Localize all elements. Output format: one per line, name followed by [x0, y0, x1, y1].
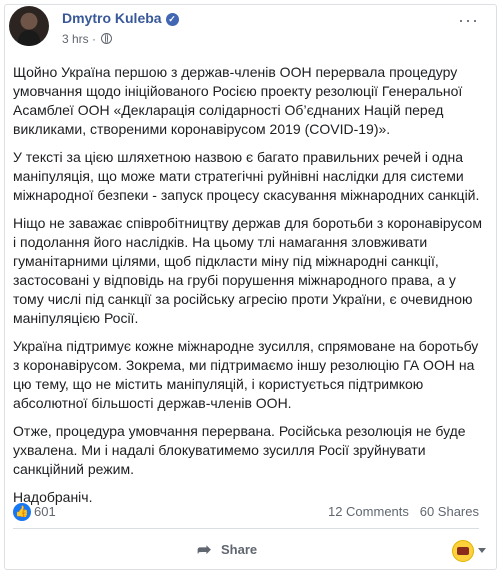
- post-paragraph: Ніщо не заважає співробітництву держав д…: [13, 215, 482, 326]
- post-paragraph: Щойно Україна першою з держав-членів ООН…: [13, 64, 463, 137]
- engagement-counts: 12 Comments 60 Shares: [328, 504, 479, 519]
- post-header: Dmytro Kuleba ✓ 3 hrs · ···: [9, 6, 479, 50]
- post-paragraph: Отже, процедура умовчання перервана. Рос…: [13, 423, 466, 477]
- meta-separator: ·: [92, 32, 97, 46]
- share-arrow-icon: ➦: [197, 540, 212, 559]
- post-timestamp[interactable]: 3 hrs: [62, 32, 89, 46]
- globe-icon: [101, 33, 113, 44]
- post-meta: 3 hrs ·: [62, 32, 113, 46]
- page-avatar[interactable]: [452, 540, 474, 562]
- verified-badge-icon: ✓: [165, 13, 179, 26]
- action-divider: [13, 528, 479, 529]
- comments-count-link[interactable]: 12 Comments: [328, 504, 409, 519]
- like-count[interactable]: 601: [34, 504, 56, 519]
- post-stats: 👍 601 12 Comments 60 Shares: [13, 502, 479, 522]
- post-paragraph: У тексті за цією шляхетною назвою є бага…: [13, 149, 480, 203]
- post-body: Щойно Україна першою з держав-членів ООН…: [13, 63, 485, 516]
- thumbs-up-icon[interactable]: 👍: [13, 503, 31, 521]
- post-paragraph: Україна підтримує кожне міжнародне зусил…: [13, 338, 479, 411]
- author-avatar[interactable]: [9, 6, 49, 46]
- chevron-down-icon[interactable]: [478, 548, 486, 553]
- shares-count-link[interactable]: 60 Shares: [420, 504, 479, 519]
- share-button-label: Share: [221, 542, 258, 557]
- share-button[interactable]: ➦ Share: [193, 537, 313, 563]
- more-options-icon[interactable]: ···: [458, 10, 479, 31]
- author-name-link[interactable]: Dmytro Kuleba ✓: [62, 10, 179, 26]
- author-name[interactable]: Dmytro Kuleba: [62, 10, 162, 26]
